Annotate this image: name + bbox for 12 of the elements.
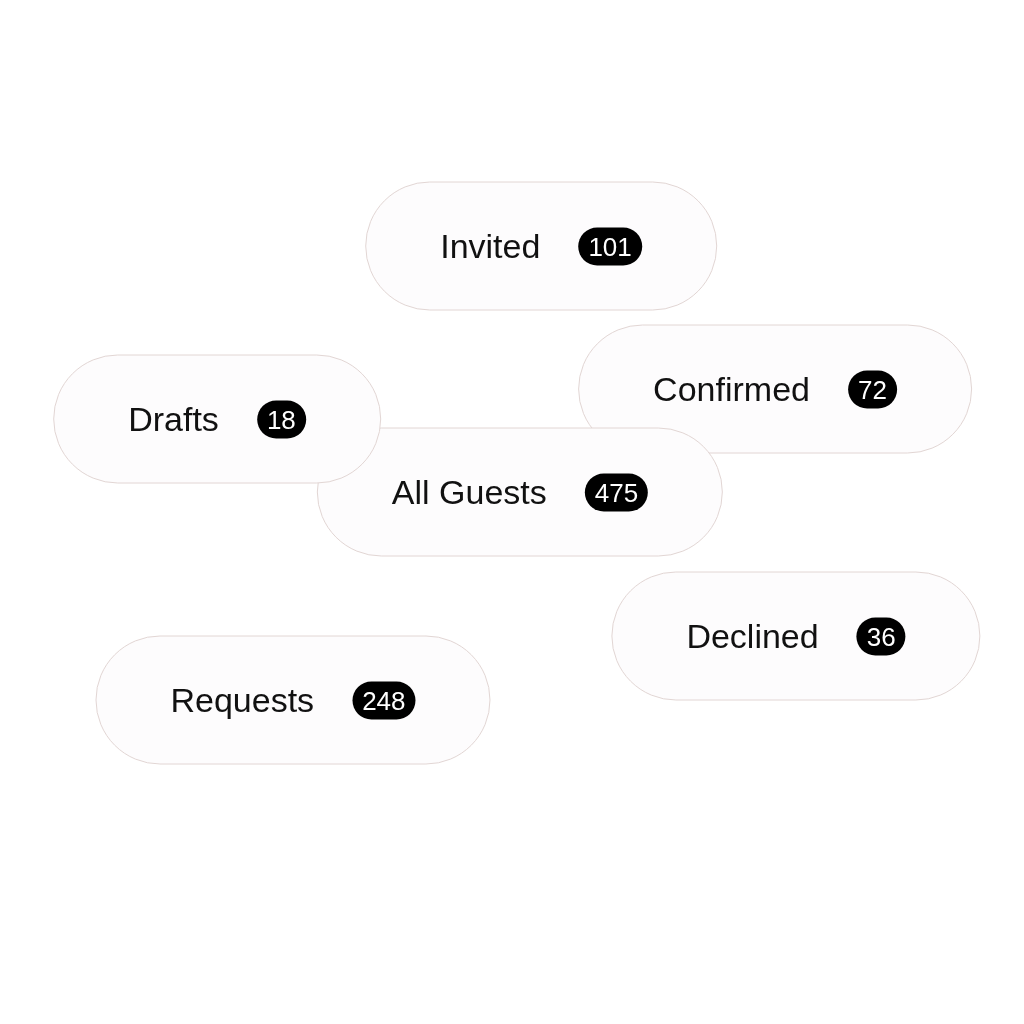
filter-pill[interactable]: Invited 101 — [365, 181, 717, 311]
filter-pill[interactable]: Confirmed 72 — [578, 324, 972, 454]
filter-pill[interactable]: Declined 36 — [611, 571, 981, 701]
filter-pill[interactable]: All Guests 475 — [316, 427, 724, 557]
count-badge: 475 — [584, 473, 649, 511]
count-badge: 248 — [352, 681, 416, 719]
filter-pill[interactable]: Drafts 18 — [53, 354, 381, 484]
count-badge: 18 — [256, 400, 306, 438]
count-badge: 72 — [847, 370, 897, 408]
filter-pill[interactable]: Requests 248 — [95, 635, 491, 765]
count-badge: 36 — [856, 617, 906, 655]
count-badge: 101 — [578, 227, 642, 265]
